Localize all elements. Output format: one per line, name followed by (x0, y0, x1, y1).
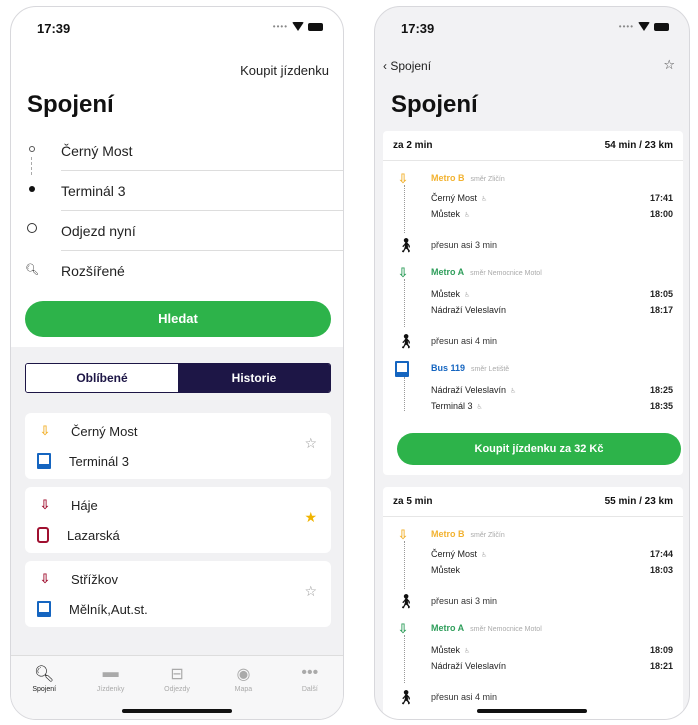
star-icon[interactable]: ★ (304, 509, 317, 526)
stop-row: Nádraží Veleslavín 18:21 (431, 661, 673, 671)
stop-row: Terminál 3 ♿ 18:35 (431, 401, 673, 411)
tab-more[interactable]: ••• Další (277, 656, 343, 719)
status-bar: 17:39 •••• (11, 7, 343, 47)
buy-ticket-button[interactable]: Koupit jízdenku za 32 Kč (397, 433, 681, 465)
search-screen: 17:39 •••• Koupit jízdenku Spojení Černý… (10, 6, 344, 720)
walk-icon: 🚶︎ (397, 689, 415, 705)
segmented-control: Oblíbené Historie (25, 363, 331, 393)
back-button[interactable]: ‹ Spojení (383, 59, 431, 73)
bus-icon (395, 361, 409, 377)
tab-connections[interactable]: 🔍︎ Spojení (11, 656, 77, 719)
departure-value: Odjezd nyní (61, 223, 136, 239)
battery-icon (654, 22, 669, 31)
connection-card[interactable]: za 2 min 54 min / 23 km ⇩ Metro Bsměr Zl… (383, 131, 683, 475)
status-time: 17:39 (37, 21, 71, 36)
walk-transfer: 🚶︎ přesun asi 4 min (397, 333, 498, 349)
tab-favorites[interactable]: Oblíbené (26, 364, 178, 392)
ticket-icon: ▬ (102, 664, 119, 681)
stop-row: Můstek 18:03 (431, 565, 673, 575)
departures-bus-icon: ⊟ (170, 666, 184, 683)
compass-icon: ◉ (236, 666, 251, 683)
to-value: Terminál 3 (61, 183, 126, 199)
departs-in: za 2 min (393, 140, 433, 151)
metro-arrow-icon: ⇩ (397, 265, 409, 280)
favorite-to: Mělník,Aut.st. (37, 597, 148, 621)
wifi-icon (292, 22, 304, 31)
status-time: 17:39 (401, 21, 435, 36)
chevron-left-icon: ‹ (383, 59, 387, 73)
tram-icon (37, 527, 49, 543)
metro-arrow-icon: ⇩ (397, 527, 409, 542)
advanced-field[interactable]: 🔍︎ Rozšířené (11, 251, 343, 291)
connection-header: za 2 min 54 min / 23 km (383, 131, 683, 161)
connection-header: za 5 min 55 min / 23 km (383, 487, 683, 517)
walk-icon: 🚶︎ (397, 237, 415, 253)
star-icon[interactable]: ☆ (663, 57, 675, 73)
search-icon: 🔍︎ (34, 666, 55, 683)
favorite-from: ⇩ Černý Most (37, 419, 138, 443)
duration-distance: 54 min / 23 km (604, 140, 673, 151)
departure-field[interactable]: Odjezd nyní (11, 211, 343, 251)
star-icon[interactable]: ☆ (304, 583, 317, 600)
status-icons: •••• (273, 22, 323, 31)
bus-icon (37, 453, 51, 469)
signal-icon: •••• (618, 22, 634, 31)
from-field[interactable]: Černý Most (11, 131, 343, 171)
walk-transfer: 🚶︎ přesun asi 3 min (397, 237, 498, 253)
metro-arrow-icon: ⇩ (39, 497, 51, 512)
favorite-from: ⇩ Háje (37, 493, 98, 517)
from-value: Černý Most (61, 143, 133, 159)
stop-row: Můstek ♿ 18:00 (431, 209, 673, 219)
favorite-from: ⇩ Střížkov (37, 567, 118, 591)
page-title: Spojení (27, 91, 114, 118)
connection-card[interactable]: za 5 min 55 min / 23 km ⇩ Metro Bsměr Zl… (383, 487, 683, 719)
stop-row: Nádraží Veleslavín ♿ 18:25 (431, 385, 673, 395)
stop-row: Černý Most ♿ 17:44 (431, 549, 673, 559)
stop-row: Nádraží Veleslavín 18:17 (431, 305, 673, 315)
favorite-route[interactable]: ⇩ Střížkov Mělník,Aut.st. ☆ (25, 561, 331, 627)
departs-in: za 5 min (393, 496, 433, 507)
battery-icon (308, 22, 323, 31)
origin-dot-icon (25, 143, 39, 155)
metro-arrow-icon: ⇩ (39, 423, 51, 438)
favorite-to: Terminál 3 (37, 449, 129, 473)
stop-row: Černý Most ♿ 17:41 (431, 193, 673, 203)
search-icon: 🔍︎ (25, 264, 39, 276)
status-icons: •••• (619, 22, 669, 31)
metro-arrow-icon: ⇩ (397, 621, 409, 636)
bus-icon (37, 601, 51, 617)
tab-history[interactable]: Historie (178, 364, 330, 392)
status-bar: 17:39 •••• (375, 7, 689, 47)
home-indicator (477, 709, 587, 713)
walk-icon: 🚶︎ (397, 593, 415, 609)
walk-transfer: 🚶︎ přesun asi 4 min (397, 689, 498, 705)
metro-arrow-icon: ⇩ (397, 171, 409, 186)
favorite-to: Lazarská (37, 523, 120, 547)
more-icon: ••• (301, 664, 319, 681)
home-indicator (122, 709, 232, 713)
walk-transfer: 🚶︎ přesun asi 3 min (397, 593, 498, 609)
walk-icon: 🚶︎ (397, 333, 415, 349)
advanced-label: Rozšířené (61, 263, 125, 279)
stop-row: Můstek ♿ 18:05 (431, 289, 673, 299)
metro-arrow-icon: ⇩ (39, 571, 51, 586)
clock-icon (25, 223, 39, 236)
buy-ticket-link[interactable]: Koupit jízdenku (240, 63, 329, 78)
signal-icon: •••• (272, 22, 288, 31)
duration-distance: 55 min / 23 km (604, 496, 673, 507)
destination-dot-icon (25, 183, 39, 195)
stop-row: Můstek ♿ 18:09 (431, 645, 673, 655)
favorite-route[interactable]: ⇩ Černý Most Terminál 3 ☆ (25, 413, 331, 479)
favorite-route[interactable]: ⇩ Háje Lazarská ★ (25, 487, 331, 553)
to-field[interactable]: Terminál 3 (11, 171, 343, 211)
wifi-icon (638, 22, 650, 31)
page-title: Spojení (391, 91, 478, 118)
star-icon[interactable]: ☆ (304, 435, 317, 452)
results-screen: 17:39 •••• ‹ Spojení ☆ Spojení za 2 min … (374, 6, 690, 720)
search-button[interactable]: Hledat (25, 301, 331, 337)
